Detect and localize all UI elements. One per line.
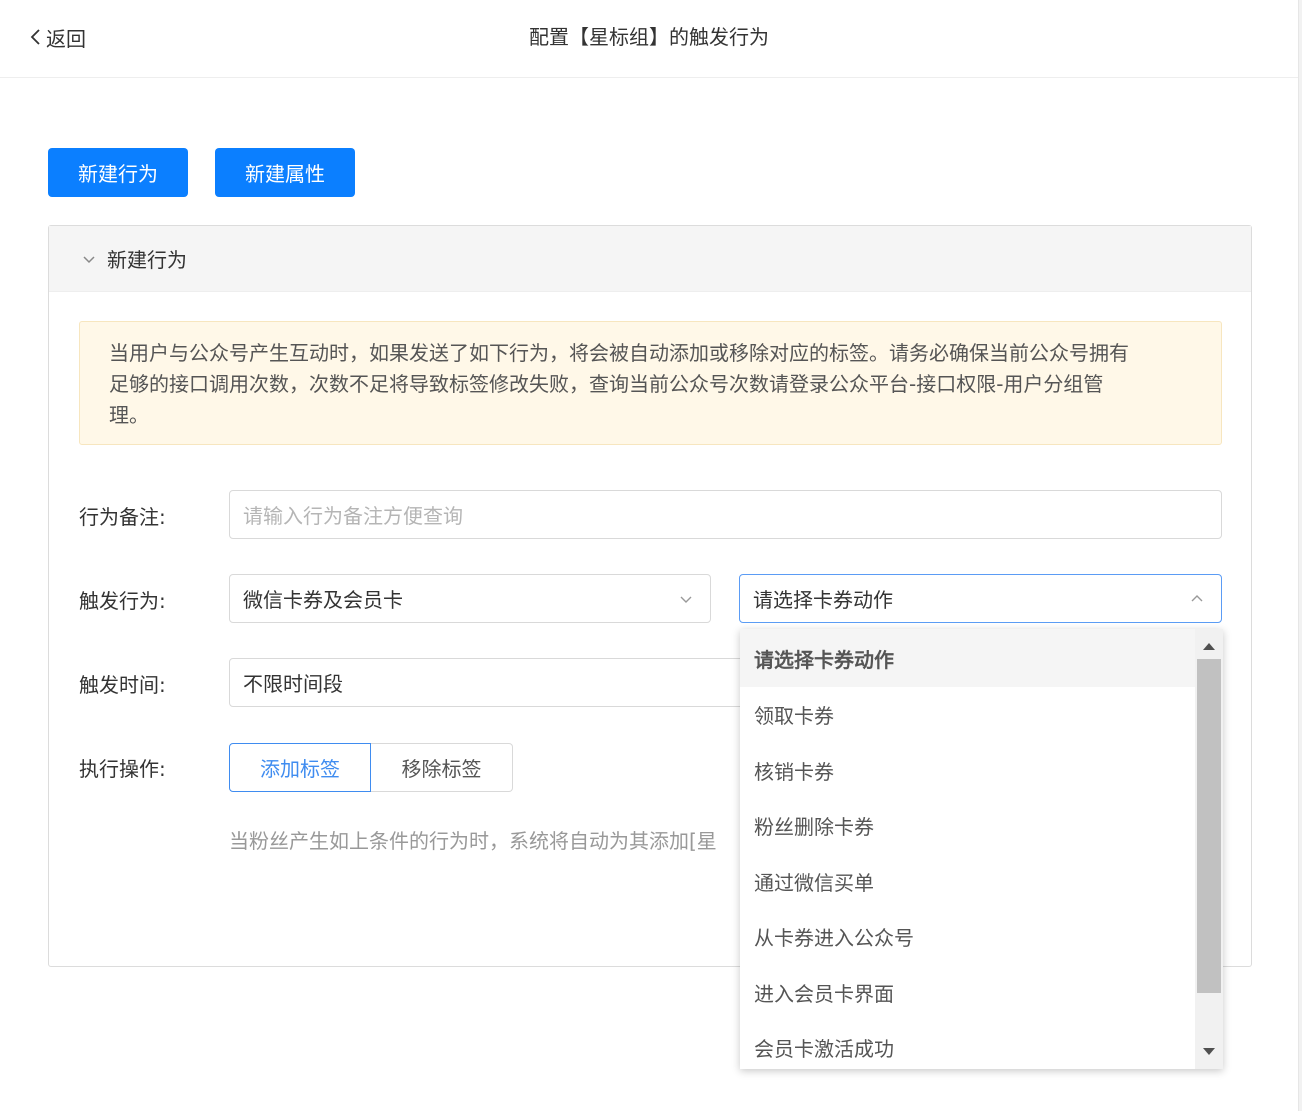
card-action-dropdown: 请选择卡券动作 领取卡券 核销卡券 粉丝删除卡券 通过微信买单 从卡券进入公众号…	[740, 629, 1223, 1069]
page-title: 配置【星标组】的触发行为	[529, 25, 769, 49]
dropdown-option[interactable]: 会员卡激活成功	[740, 1020, 1195, 1069]
new-attribute-button[interactable]: 新建属性	[215, 148, 355, 197]
dropdown-option[interactable]: 核销卡券	[740, 743, 1195, 799]
remove-tag-button[interactable]: 移除标签	[371, 743, 513, 792]
card-action-select-value: 请选择卡券动作	[753, 588, 893, 612]
panel-title: 新建行为	[107, 248, 187, 272]
scroll-down-arrow-icon[interactable]	[1202, 1047, 1216, 1057]
trigger-label: 触发行为:	[79, 589, 166, 613]
dropdown-option[interactable]: 领取卡券	[740, 687, 1195, 743]
operation-segmented-control: 添加标签 移除标签	[229, 743, 513, 792]
add-tag-button[interactable]: 添加标签	[229, 743, 371, 792]
trigger-select[interactable]: 微信卡券及会员卡	[229, 574, 711, 623]
dropdown-scrollbar[interactable]	[1195, 629, 1223, 1069]
dropdown-option[interactable]: 粉丝删除卡券	[740, 798, 1195, 854]
dropdown-option[interactable]: 请选择卡券动作	[740, 629, 1195, 687]
page-header: 返回 配置【星标组】的触发行为	[0, 0, 1298, 78]
chevron-down-icon	[83, 255, 95, 263]
dropdown-option[interactable]: 进入会员卡界面	[740, 965, 1195, 1021]
panel-header[interactable]: 新建行为	[49, 226, 1251, 292]
trigger-select-value: 微信卡券及会员卡	[243, 588, 403, 612]
dropdown-option[interactable]: 通过微信买单	[740, 854, 1195, 910]
scroll-up-arrow-icon[interactable]	[1202, 641, 1216, 651]
chevron-up-icon	[1191, 595, 1203, 602]
notice-box: 当用户与公众号产生互动时，如果发送了如下行为，将会被自动添加或移除对应的标签。请…	[79, 321, 1222, 445]
operation-hint: 当粉丝产生如上条件的行为时，系统将自动为其添加[星	[229, 829, 717, 853]
chevron-down-icon	[680, 596, 692, 603]
scrollbar-thumb[interactable]	[1197, 659, 1221, 993]
dropdown-option[interactable]: 从卡券进入公众号	[740, 909, 1195, 965]
dropdown-list: 请选择卡券动作 领取卡券 核销卡券 粉丝删除卡券 通过微信买单 从卡券进入公众号…	[740, 629, 1195, 1069]
new-behavior-button[interactable]: 新建行为	[48, 148, 188, 197]
remark-input[interactable]: 请输入行为备注方便查询	[229, 490, 1222, 539]
time-label: 触发时间:	[79, 673, 166, 697]
remark-label: 行为备注:	[79, 505, 166, 529]
operation-label: 执行操作:	[79, 757, 166, 781]
time-select-value: 不限时间段	[243, 672, 343, 696]
card-action-select[interactable]: 请选择卡券动作	[739, 574, 1222, 623]
window-edge	[1298, 0, 1302, 1111]
